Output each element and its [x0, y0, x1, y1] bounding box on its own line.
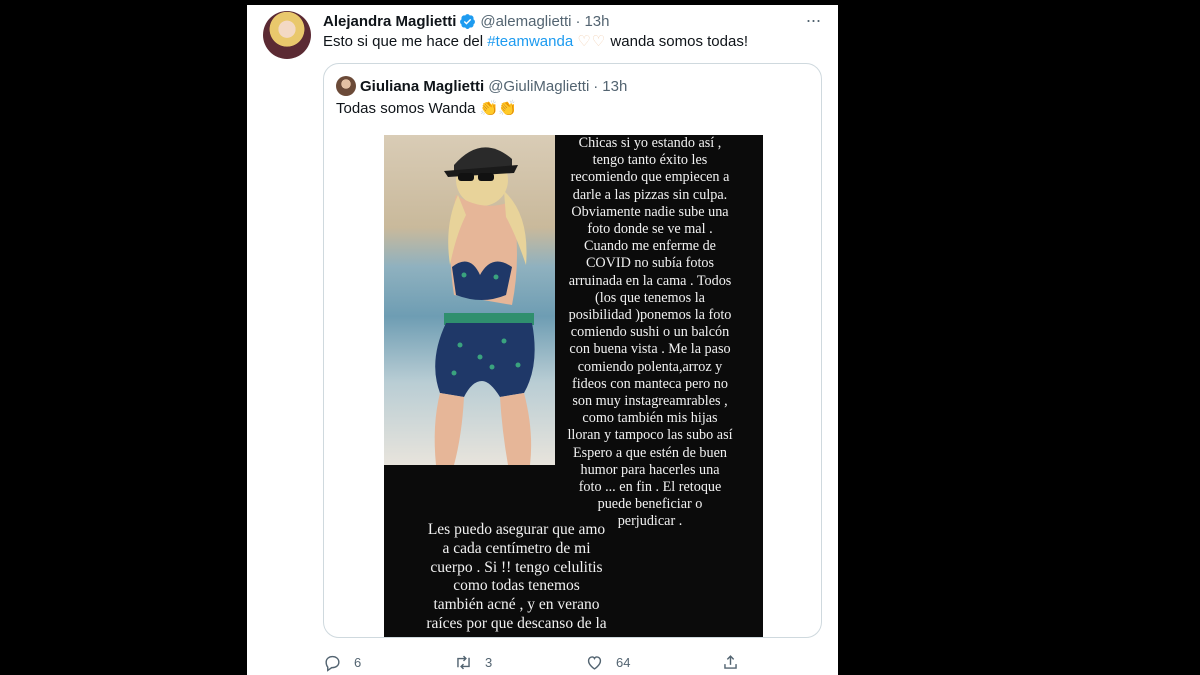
story-line: como todas tenemos — [453, 577, 580, 595]
story-line: Chicas si yo estando así , — [578, 135, 722, 151]
story-line: (los que tenemos la — [595, 289, 705, 306]
story-line: darle a las pizzas sin culpa. — [572, 186, 728, 203]
quoted-author-display-name[interactable]: Giuliana Maglietti — [360, 78, 484, 95]
quoted-tweet-header: Giuliana Maglietti @GiuliMaglietti · 13h — [360, 75, 627, 97]
verified-badge-icon — [460, 13, 476, 29]
story-line: como también mis hijas — [582, 410, 718, 427]
hashtag-link[interactable]: #teamwanda — [487, 33, 573, 50]
tweet-timestamp[interactable]: 13h — [584, 13, 609, 30]
quoted-author-avatar[interactable] — [336, 76, 356, 96]
like-count: 64 — [616, 654, 631, 670]
author-display-name[interactable]: Alejandra Maglietti — [323, 13, 456, 30]
more-options-icon[interactable]: ··· — [804, 11, 822, 31]
retweet-icon — [457, 655, 470, 669]
story-line: arruinada en la cama . Todos — [568, 272, 732, 289]
story-line: fideos con manteca pero no — [571, 375, 728, 392]
quoted-author-handle[interactable]: @GiuliMaglietti — [488, 78, 589, 95]
story-line: con buena vista . Me la paso — [569, 341, 731, 358]
story-line: a cada centímetro de mi — [442, 539, 591, 557]
retweet-button[interactable]: 3 — [454, 653, 492, 672]
separator-dot: · — [593, 77, 599, 95]
story-line: Obviamente nadie sube una — [571, 203, 729, 220]
reply-button[interactable]: 6 — [323, 653, 361, 672]
woman-illustration — [434, 147, 535, 465]
tweet-text: Esto si que me hace del #teamwanda ♡♡ wa… — [323, 32, 748, 52]
story-line: COVID no subía fotos — [585, 255, 715, 272]
story-line: también acné , y en verano — [433, 596, 600, 614]
share-button[interactable] — [721, 653, 740, 672]
tweet-card[interactable]: Alejandra Maglietti @alemaglietti · 13h … — [247, 5, 838, 675]
retweet-count: 3 — [485, 654, 493, 670]
story-line: lloran y tampoco las subo así — [567, 427, 733, 444]
clap-emoji: 👏👏 — [479, 100, 518, 117]
quoted-tweet-text: Todas somos Wanda 👏👏 — [336, 99, 517, 119]
story-line: son muy instagreamrables , — [572, 393, 728, 410]
story-line: posibilidad )ponemos la foto — [568, 307, 732, 324]
story-line: tengo tanto éxito les — [592, 152, 708, 169]
heart-icon — [587, 655, 602, 670]
author-handle[interactable]: @alemaglietti — [480, 13, 571, 30]
author-avatar[interactable] — [263, 11, 311, 59]
separator-dot: · — [575, 12, 581, 30]
like-button[interactable]: 64 — [585, 653, 630, 672]
story-text-block-2: Les puedo asegurar que amo a cada centím… — [384, 521, 649, 634]
quoted-text: Todas somos Wanda — [336, 100, 476, 117]
tweet-text-before: Esto si que me hace del — [323, 33, 484, 50]
quoted-tweet-timestamp[interactable]: 13h — [602, 78, 627, 95]
reply-icon — [325, 655, 340, 672]
story-line: Cuando me enferme de — [584, 238, 716, 255]
reply-count: 6 — [354, 654, 362, 670]
story-line: Les puedo asegurar que amo — [427, 521, 606, 538]
story-line: humor para hacerles una — [580, 461, 720, 478]
tweet-header: Alejandra Maglietti @alemaglietti · 13h — [323, 10, 610, 32]
story-line: comiendo polenta,arroz y — [577, 358, 723, 375]
story-line: foto donde se ve mal . — [587, 221, 713, 238]
hearts-emoji: ♡♡ — [577, 33, 607, 50]
quoted-tweet[interactable]: Giuliana Maglietti @GiuliMaglietti · 13h… — [323, 63, 822, 638]
tweet-text-after: wanda somos todas! — [610, 33, 748, 50]
story-line: foto ... en fin . El retoque — [578, 479, 722, 496]
story-line: comiendo sushi o un balcón — [570, 324, 730, 341]
story-line: raíces por que descanso de la — [426, 614, 607, 632]
story-line: cuerpo . Si !! tengo celulitis — [430, 558, 603, 576]
story-text-block-1: Chicas si yo estando así , tengo tanto é… — [555, 135, 745, 531]
beach-photo — [384, 135, 555, 465]
share-icon — [724, 654, 737, 669]
story-line: recomiendo que empiecen a — [570, 169, 730, 186]
story-line: puede beneficiar o — [597, 496, 703, 513]
tweet-action-bar: 6 3 64 — [323, 650, 743, 674]
story-line: Espero a que estén de buen — [572, 444, 728, 461]
quoted-media-image[interactable]: Chicas si yo estando así , tengo tanto é… — [384, 135, 763, 637]
